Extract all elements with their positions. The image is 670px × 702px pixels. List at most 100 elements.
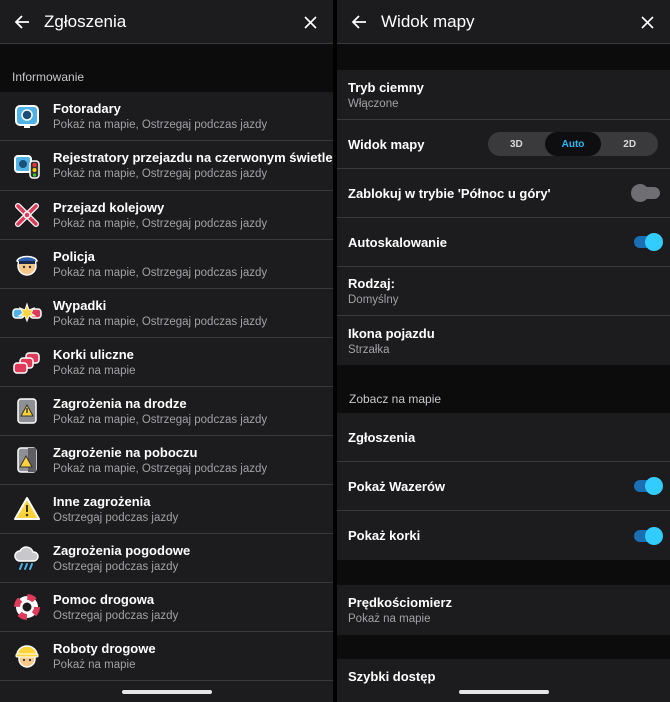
setting-label: Rodzaj:: [348, 276, 395, 291]
item-subtitle: Pokaż na mapie, Ostrzegaj podczas jazdy: [53, 315, 268, 328]
close-button[interactable]: [295, 0, 325, 44]
list-item-speed-cameras[interactable]: Fotoradary Pokaż na mapie, Ostrzegaj podc…: [0, 92, 333, 141]
toggle-knob: [645, 233, 663, 251]
list-item-traffic-jams[interactable]: Korki uliczne Pokaż na mapie: [0, 338, 333, 387]
item-subtitle: Ostrzegaj podczas jazdy: [53, 560, 179, 573]
close-icon: [640, 15, 654, 29]
map-view-segmented-control: 3D Auto 2D: [488, 132, 658, 156]
segment-auto[interactable]: Auto: [544, 132, 602, 156]
show-wazers-setting[interactable]: Pokaż Wazerów: [337, 462, 670, 511]
section-label: Informowanie: [0, 62, 333, 92]
speedometer-setting[interactable]: Prędkościomierz Pokaż na mapie: [337, 585, 670, 635]
spacer: [337, 365, 670, 385]
map-view-setting: Widok mapy 3D Auto 2D: [337, 120, 670, 169]
arrow-left-icon: [351, 14, 366, 29]
weather-icon: [0, 534, 53, 583]
item-title: Policja: [53, 248, 95, 264]
item-title: Fotoradary: [53, 100, 121, 116]
toggle-knob: [645, 477, 663, 495]
show-jams-setting[interactable]: Pokaż korki: [337, 511, 670, 560]
item-title: Wypadki: [53, 297, 107, 313]
segment-3d[interactable]: 3D: [488, 132, 545, 156]
spacer: [337, 44, 670, 70]
item-subtitle: Pokaż na mapie, Ostrzegaj podczas jazdy: [53, 266, 268, 279]
list-item-road-hazards[interactable]: Zagrożenia na drodze Pokaż na mapie, Ostr…: [0, 387, 333, 436]
item-title: Zagrożenie na poboczu: [53, 444, 198, 460]
list-item-railroad-crossing[interactable]: Przejazd kolejowy Pokaż na mapie, Ostrzeg…: [0, 191, 333, 240]
item-title: Roboty drogowe: [53, 640, 156, 656]
item-subtitle: Pokaż na mapie, Ostrzegaj podczas jazdy: [53, 462, 268, 475]
setting-label: Szybki dostęp: [348, 669, 436, 684]
item-title: Inne zagrożenia: [53, 493, 151, 509]
item-subtitle: Ostrzegaj podczas jazdy: [53, 511, 179, 524]
home-indicator[interactable]: [121, 690, 212, 694]
page-title: Zgłoszenia: [44, 11, 127, 31]
item-subtitle: Pokaż na mapie: [53, 658, 136, 671]
item-title: Pomoc drogowa: [53, 591, 155, 607]
list-item-police[interactable]: Policja Pokaż na mapie, Ostrzegaj podczas…: [0, 240, 333, 289]
spacer: [337, 635, 670, 659]
autozoom-toggle[interactable]: [634, 233, 663, 251]
list-item-other-hazards[interactable]: Inne zagrożenia Ostrzegaj podczas jazdy: [0, 485, 333, 534]
vehicle-icon-setting[interactable]: Ikona pojazdu Strzałka: [337, 316, 670, 365]
item-subtitle: Pokaż na mapie, Ostrzegaj podczas jazdy: [53, 217, 268, 230]
section-label: Zobacz na mapie: [337, 385, 670, 413]
reports-header: Zgłoszenia: [0, 0, 333, 44]
traffic-jam-icon: [0, 338, 53, 387]
list-item-shoulder-hazard[interactable]: Zagrożenie na poboczu Pokaż na mapie, Ost…: [0, 436, 333, 485]
warning-icon: [0, 485, 53, 534]
dark-mode-setting[interactable]: Tryb ciemny Włączone: [337, 70, 670, 120]
setting-label: Pokaż korki: [348, 528, 421, 543]
setting-value: Pokaż na mapie: [348, 613, 431, 625]
reports-setting[interactable]: Zgłoszenia: [337, 413, 670, 462]
setting-label: Pokaż Wazerów: [348, 478, 446, 494]
speed-camera-icon: [0, 92, 53, 141]
back-button[interactable]: [337, 0, 381, 44]
type-setting[interactable]: Rodzaj: Domyślny: [337, 267, 670, 316]
spacer: [337, 560, 670, 585]
list-item-roadside-help[interactable]: Pomoc drogowa Ostrzegaj podczas jazdy: [0, 583, 333, 632]
autozoom-setting[interactable]: Autoskalowanie: [337, 218, 670, 267]
page-title: Widok mapy: [381, 11, 475, 31]
close-button[interactable]: [632, 0, 662, 44]
item-title: Zagrożenia pogodowe: [53, 542, 191, 558]
show-wazers-toggle[interactable]: [634, 477, 663, 495]
railroad-crossing-icon: [0, 191, 53, 240]
list-item-red-light-cameras[interactable]: Rejestratory przejazdu na czerwonym świe…: [0, 141, 333, 191]
spacer: [0, 44, 333, 62]
list-item-crashes[interactable]: Wypadki Pokaż na mapie, Ostrzegaj podczas…: [0, 289, 333, 338]
map-view-panel: Widok mapy Tryb ciemny Włączone Widok ma…: [337, 0, 670, 702]
item-subtitle: Pokaż na mapie, Ostrzegaj podczas jazdy: [53, 118, 268, 131]
segment-2d[interactable]: 2D: [601, 132, 658, 156]
setting-value: Włączone: [348, 97, 399, 110]
item-title: Zagrożenia na drodze: [53, 395, 187, 411]
hard-hat-icon: [0, 632, 53, 681]
list-item-roadworks[interactable]: Roboty drogowe Pokaż na mapie: [0, 632, 333, 681]
setting-label: Zablokuj w trybie 'Północ u góry': [348, 185, 551, 201]
arrow-left-icon: [14, 14, 29, 29]
setting-value: Domyślny: [348, 294, 399, 306]
north-lock-setting[interactable]: Zablokuj w trybie 'Północ u góry': [337, 169, 670, 218]
item-title: Rejestratory przejazdu na czerwonym świe…: [53, 150, 333, 165]
back-button[interactable]: [0, 0, 44, 44]
north-lock-toggle[interactable]: [631, 184, 660, 202]
item-subtitle: Pokaż na mapie: [53, 364, 136, 377]
setting-label: Zgłoszenia: [348, 429, 416, 445]
setting-value: Strzałka: [348, 343, 390, 356]
home-indicator[interactable]: [458, 690, 549, 694]
police-icon: [0, 240, 53, 289]
item-title: Korki uliczne: [53, 346, 134, 362]
list-item-weather-hazards[interactable]: Zagrożenia pogodowe Ostrzegaj podczas jaz…: [0, 534, 333, 583]
item-subtitle: Pokaż na mapie, Ostrzegaj podczas jazdy: [53, 413, 268, 426]
crash-icon: [0, 289, 53, 338]
lifebuoy-icon: [0, 583, 53, 632]
item-title: Przejazd kolejowy: [53, 199, 165, 215]
show-jams-toggle[interactable]: [634, 526, 663, 545]
close-icon: [303, 15, 317, 29]
item-subtitle: Pokaż na mapie, Ostrzegaj podczas jazdy: [53, 168, 268, 180]
setting-label: Prędkościomierz: [348, 595, 453, 610]
setting-label: Tryb ciemny: [348, 79, 424, 95]
road-hazard-icon: [0, 387, 53, 436]
toggle-knob: [645, 526, 663, 545]
toggle-knob: [631, 184, 649, 202]
